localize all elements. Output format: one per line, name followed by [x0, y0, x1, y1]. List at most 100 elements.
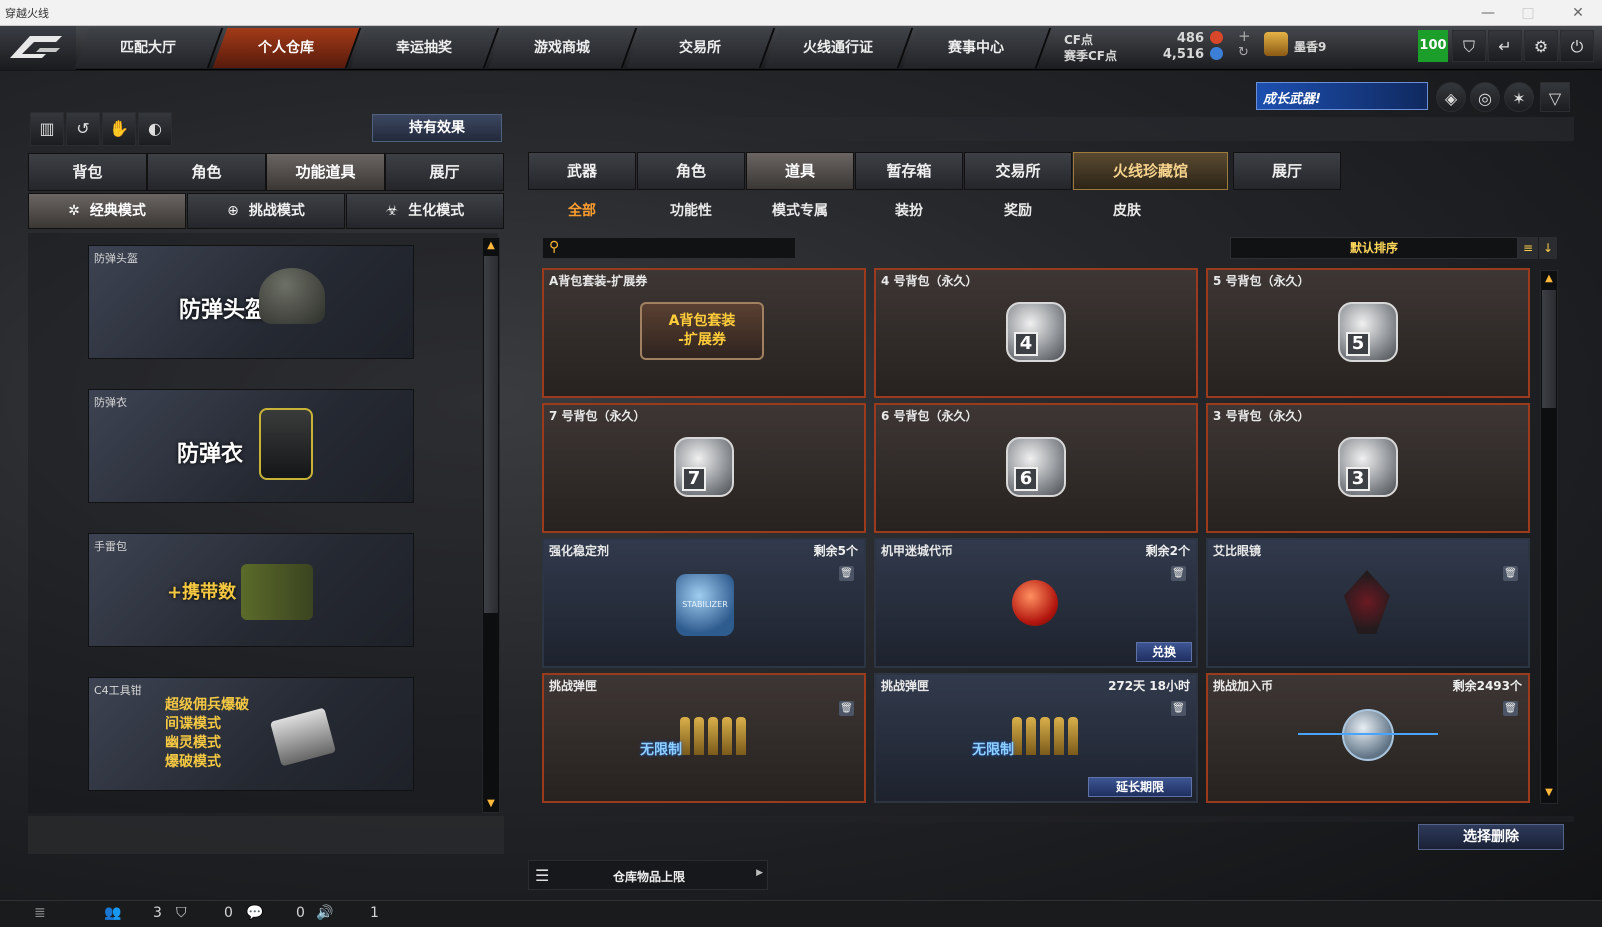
clan-icon[interactable]: ⛉ [176, 905, 187, 921]
close-icon[interactable]: ✕ [1558, 0, 1598, 26]
item-card-vest[interactable]: 防弹衣 防弹衣 [88, 389, 414, 503]
refresh-icon[interactable]: ↻ [1238, 45, 1249, 60]
item-card-c4-pliers[interactable]: C4工具钳 超级佣兵爆破 间谍模式 幽灵模式 爆破模式 [88, 677, 414, 791]
item-card[interactable]: 挑战弹匣 🗑 无限制 [542, 673, 866, 803]
right-subtab[interactable]: 奖励 [964, 196, 1072, 226]
bag-icon[interactable]: ◐ [138, 112, 172, 146]
mode-tab[interactable]: ⊕ 挑战模式 [187, 193, 345, 229]
friends-icon[interactable]: 👥 [104, 905, 121, 921]
nav-tab[interactable]: 幸运抽奖 [350, 28, 500, 68]
menu-icon[interactable]: ≣ [34, 905, 46, 921]
right-footer-strip [528, 816, 1574, 822]
return-icon[interactable]: ↵ [1488, 30, 1522, 62]
stats-icon[interactable]: ▥ [30, 112, 64, 146]
item-action-button[interactable]: 延长期限 [1088, 777, 1192, 797]
badge-icon[interactable]: ✶ [1504, 82, 1534, 112]
right-tab[interactable]: 暂存箱 [855, 152, 963, 190]
chat-icon[interactable]: 💬 [246, 905, 263, 921]
left-tab[interactable]: 角色 [147, 153, 266, 191]
scroll-down-arrow[interactable]: ▼ [1542, 786, 1556, 800]
right-tab[interactable]: 展厅 [1233, 152, 1341, 190]
trash-icon[interactable]: 🗑 [1171, 566, 1186, 581]
nav-tab[interactable]: 个人仓库 [212, 28, 362, 68]
abby-glasses-icon [1344, 570, 1390, 634]
trash-icon[interactable]: 🗑 [1503, 566, 1518, 581]
trash-icon[interactable]: 🗑 [839, 701, 854, 716]
nav-tab[interactable]: 游戏商城 [488, 28, 638, 68]
history-icon[interactable]: ↺ [66, 112, 100, 146]
item-card[interactable]: A背包套装-扩展券 A背包套装 -扩展券 [542, 268, 866, 398]
shield-icon[interactable]: ⛉ [1452, 30, 1486, 62]
select-delete-button[interactable]: 选择删除 [1418, 824, 1564, 850]
right-tab[interactable]: 火线珍藏馆 [1073, 152, 1228, 190]
gear-icon[interactable]: ⚙ [1524, 30, 1558, 62]
recharge-plus-icon[interactable]: + [1238, 27, 1251, 45]
right-subtab[interactable]: 全部 [528, 196, 636, 226]
nav-tab[interactable]: 赛事中心 [902, 28, 1052, 68]
left-tab[interactable]: 背包 [28, 153, 147, 191]
holding-effect-button[interactable]: 持有效果 [372, 114, 502, 142]
vest-icon [259, 408, 313, 480]
mode-tab[interactable]: ☣ 生化模式 [346, 193, 504, 229]
right-tab[interactable]: 武器 [528, 152, 636, 190]
hand-icon[interactable]: ✋ [102, 112, 136, 146]
sort-dropdown[interactable]: 默认排序 [1230, 237, 1518, 259]
globe-icon[interactable]: ◎ [1470, 82, 1500, 112]
trash-icon[interactable]: 🗑 [1171, 701, 1186, 716]
bullet-shape [694, 717, 704, 755]
sort-direction-icon[interactable]: ↓ [1539, 237, 1557, 259]
item-action-button[interactable]: 兑换 [1136, 642, 1192, 662]
right-tab[interactable]: 道具 [746, 152, 854, 190]
level-badge[interactable]: 100 [1418, 30, 1448, 62]
nav-tab[interactable]: 火线通行证 [764, 28, 914, 68]
minimize-icon[interactable]: — [1468, 0, 1508, 26]
scroll-down-arrow[interactable]: ▼ [484, 797, 498, 811]
item-card[interactable]: 6 号背包（永久） 6 [874, 403, 1198, 533]
bullet-shape [1068, 717, 1078, 755]
item-card[interactable]: 5 号背包（永久） 5 [1206, 268, 1530, 398]
search-input[interactable]: ⚲ [542, 237, 796, 259]
storage-limit-bar[interactable]: ☰ 仓库物品上限 ▶ [528, 860, 768, 890]
power-icon[interactable]: ⏻ [1560, 30, 1594, 62]
right-subtab[interactable]: 功能性 [637, 196, 745, 226]
right-subtab[interactable]: 装扮 [855, 196, 963, 226]
item-card-grenade-pack[interactable]: 手雷包 +携带数 [88, 533, 414, 647]
left-tab[interactable]: 展厅 [385, 153, 504, 191]
mode-tab[interactable]: ✲ 经典模式 [28, 193, 186, 229]
item-card-helmet[interactable]: 防弹头盔 防弹头盔 [88, 245, 414, 359]
cf-points-value: 486 [1176, 31, 1204, 46]
left-tab[interactable]: 功能道具 [266, 153, 385, 191]
right-scroll-thumb[interactable] [1542, 290, 1556, 408]
scroll-up-arrow[interactable]: ▲ [484, 239, 498, 253]
cf-logo[interactable] [0, 26, 76, 70]
item-card[interactable]: 3 号背包（永久） 3 [1206, 403, 1530, 533]
item-card[interactable]: 机甲迷城代币 剩余2个 🗑 兑换 [874, 538, 1198, 668]
emblem-icon[interactable]: ◈ [1436, 82, 1466, 112]
right-tab[interactable]: 交易所 [964, 152, 1072, 190]
nav-tab-label: 匹配大厅 [120, 40, 176, 56]
item-card[interactable]: 4 号背包（永久） 4 [874, 268, 1198, 398]
scroll-up-arrow[interactable]: ▲ [1542, 272, 1556, 286]
item-card[interactable]: 挑战加入币 剩余2493个 🗑 [1206, 673, 1530, 803]
left-scroll-thumb[interactable] [484, 256, 498, 613]
right-tab[interactable]: 角色 [637, 152, 745, 190]
trash-icon[interactable]: 🗑 [839, 566, 854, 581]
item-card[interactable]: 7 号背包（永久） 7 [542, 403, 866, 533]
list-view-icon[interactable]: ≡ [1518, 237, 1538, 259]
nav-tab[interactable]: 交易所 [626, 28, 776, 68]
item-count: 272天 18小时 [1108, 679, 1190, 693]
trash-icon[interactable]: 🗑 [1503, 701, 1518, 716]
speaker-icon[interactable]: 🔊 [316, 905, 333, 921]
weapon-promo-banner[interactable]: 成长武器! [1256, 82, 1428, 110]
right-subtab[interactable]: 皮肤 [1073, 196, 1181, 226]
nav-tab[interactable]: 匹配大厅 [74, 28, 224, 68]
item-card[interactable]: 挑战弹匣 272天 18小时 🗑 无限制 延长期限 [874, 673, 1198, 803]
status-bar [0, 900, 1602, 927]
backpack-icon: 5 [1338, 302, 1398, 362]
right-subtab[interactable]: 模式专属 [746, 196, 854, 226]
ammo-magazine-icon: 无限制 [972, 713, 1102, 763]
vip-icon[interactable]: ▽ [1540, 82, 1570, 112]
item-card[interactable]: 艾比眼镜 🗑 [1206, 538, 1530, 668]
item-card[interactable]: 强化稳定剂 剩余5个 🗑 STABILIZER [542, 538, 866, 668]
maximize-icon[interactable]: □ [1508, 0, 1548, 26]
